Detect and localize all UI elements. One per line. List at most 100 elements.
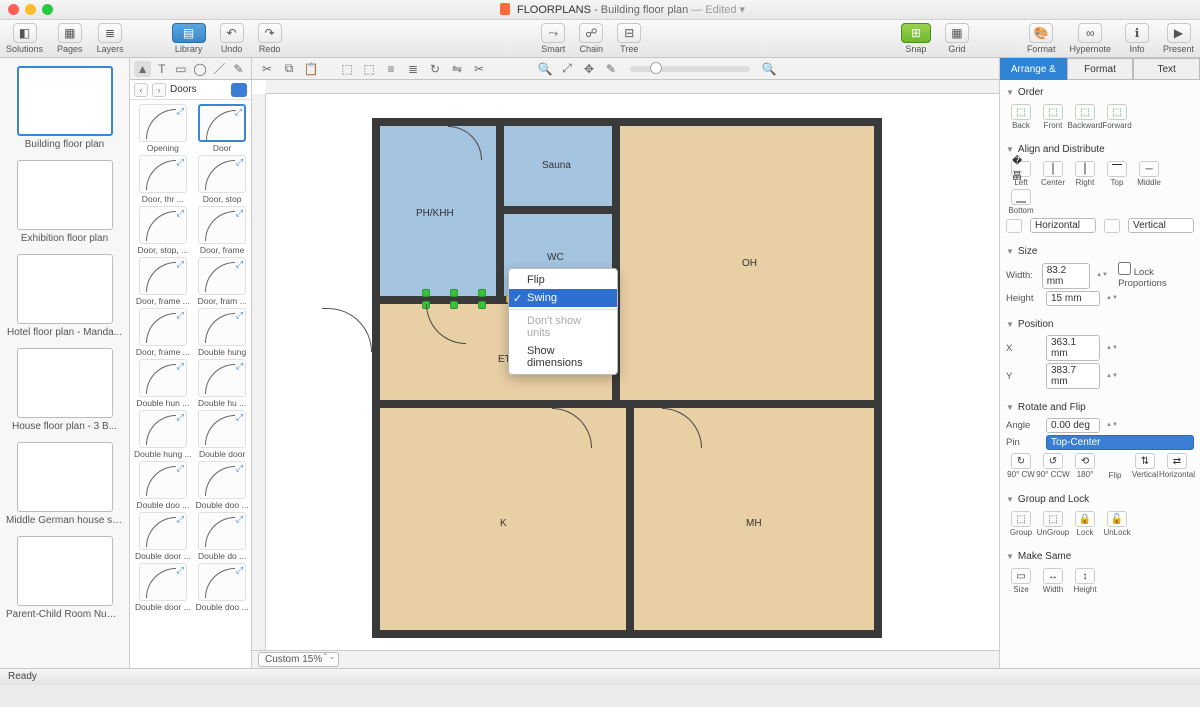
align-center[interactable]: ⎪Center [1038, 161, 1068, 187]
flip-v[interactable]: ⇅Vertical [1130, 453, 1160, 480]
tab-arrange[interactable]: Arrange & Size [1000, 58, 1067, 80]
width-field[interactable]: 83.2 mm [1042, 263, 1090, 289]
library-item[interactable]: ⤢Double door [196, 410, 249, 459]
present-button[interactable]: ▶ [1167, 23, 1191, 43]
grp-unlock[interactable]: 🔓UnLock [1102, 511, 1132, 537]
library-item[interactable]: ⤢Double do ... [196, 512, 249, 561]
y-field[interactable]: 383.7 mm [1046, 363, 1100, 389]
library-item[interactable]: ⤢Opening [134, 104, 192, 153]
x-field[interactable]: 363.1 mm [1046, 335, 1100, 361]
same-height[interactable]: ↕Height [1070, 568, 1100, 594]
page-thumb[interactable]: Middle German house sc... [6, 442, 123, 526]
library-item[interactable]: ⤢Door, fram ... [196, 257, 249, 306]
layers-button[interactable]: ≣ [98, 23, 122, 43]
align-middle[interactable]: ─Middle [1134, 161, 1164, 187]
ctx-dont-show-units[interactable]: Don't show units [509, 312, 617, 342]
drawing-canvas[interactable]: ✂ ⧉ 📋 ⬚ ⬚ ≡ ≣ ↻ ⇋ ✂ 🔍 ⤢ ✥ ✎ 🔍 [252, 58, 1000, 668]
grp-group[interactable]: ⬚Group [1006, 511, 1036, 537]
align-header[interactable]: Align and Distribute [1006, 141, 1194, 158]
info-button[interactable]: ℹ [1125, 23, 1149, 43]
library-item[interactable]: ⤢Double door ... [134, 563, 192, 612]
group-header[interactable]: Group and Lock [1006, 491, 1194, 508]
lib-back-button[interactable]: ‹ [134, 83, 148, 97]
library-item[interactable]: ⤢Door, frame ... [134, 257, 192, 306]
library-item[interactable]: ⤢Double hu ... [196, 359, 249, 408]
order-back[interactable]: ⬚Back [1006, 104, 1036, 130]
zoom-window-button[interactable] [42, 4, 53, 15]
format-button[interactable]: 🎨 [1029, 23, 1053, 43]
rot-ccw[interactable]: ↺90° CCW [1038, 453, 1068, 480]
selected-door[interactable] [426, 298, 486, 304]
group-tool[interactable]: ⬚ [338, 61, 356, 77]
snap-button[interactable]: ⊞ [901, 23, 931, 43]
align-top[interactable]: ⎺Top [1102, 161, 1132, 187]
library-item[interactable]: ⤢Door, frame [196, 206, 249, 255]
text-tool[interactable]: T [153, 61, 170, 77]
order-forward[interactable]: ⬚Forward [1102, 104, 1132, 130]
zoom-select[interactable]: Custom 15% [258, 652, 339, 667]
same-header[interactable]: Make Same [1006, 548, 1194, 565]
rotate-header[interactable]: Rotate and Flip [1006, 399, 1194, 416]
flip-tool[interactable]: ⇋ [448, 61, 466, 77]
pages-button[interactable]: ▦ [58, 23, 82, 43]
page-thumb[interactable]: House floor plan - 3 B... [6, 348, 123, 432]
dist-v-select[interactable]: Vertical [1128, 218, 1194, 233]
pen-tool[interactable]: ✎ [230, 61, 247, 77]
library-item[interactable]: ⤢Double doo ... [134, 461, 192, 510]
zoom-fit-button[interactable]: ⤢ [558, 61, 576, 77]
tab-format[interactable]: Format [1067, 58, 1134, 80]
library-item[interactable]: ⤢Door, stop, ... [134, 206, 192, 255]
dist-h-select[interactable]: Horizontal [1030, 218, 1096, 233]
undo-button[interactable]: ↶ [220, 23, 244, 43]
height-field[interactable]: 15 mm [1046, 291, 1100, 306]
chain-button[interactable]: ☍ [579, 23, 603, 43]
rotate-tool[interactable]: ↻ [426, 61, 444, 77]
cut-button[interactable]: ✂ [258, 61, 276, 77]
lock-proportions[interactable] [1118, 262, 1131, 275]
library-item[interactable]: ⤢Double doo ... [196, 563, 249, 612]
align-right[interactable]: ⎮Right [1070, 161, 1100, 187]
library-item[interactable]: ⤢Double door ... [134, 512, 192, 561]
floorplan[interactable]: Sauna PH/KHH WC OH ET K MH [372, 118, 882, 638]
same-size[interactable]: ▭Size [1006, 568, 1036, 594]
zoom-in-button[interactable]: 🔍 [760, 61, 778, 77]
rot-180[interactable]: ⟲180° [1070, 453, 1100, 480]
library-item[interactable]: ⤢Door, stop [196, 155, 249, 204]
hypernote-button[interactable]: ∞ [1078, 23, 1102, 43]
smart-button[interactable]: ⤳ [541, 23, 565, 43]
ctx-flip[interactable]: Flip [509, 271, 617, 289]
pan-tool[interactable]: ✥ [580, 61, 598, 77]
copy-button[interactable]: ⧉ [280, 61, 298, 77]
ctx-swing[interactable]: Swing [509, 289, 617, 307]
lib-fwd-button[interactable]: › [152, 83, 166, 97]
ellipse-tool[interactable]: ◯ [192, 61, 209, 77]
rect-tool[interactable]: ▭ [172, 61, 189, 77]
page-thumb[interactable]: Hotel floor plan - Manda... [6, 254, 123, 338]
page-thumb[interactable]: Parent-Child Room Num... [6, 536, 123, 620]
library-item[interactable]: ⤢Door, thr ... [134, 155, 192, 204]
zoom-out-button[interactable]: 🔍 [536, 61, 554, 77]
page-thumb[interactable]: Building floor plan [6, 66, 123, 150]
page-thumb[interactable]: Exhibition floor plan [6, 160, 123, 244]
pointer-tool[interactable]: ▲ [134, 61, 151, 77]
library-item[interactable]: ⤢Double hung ... [134, 410, 192, 459]
library-item[interactable]: ⤢Double hung [196, 308, 249, 357]
rot-cw[interactable]: ↻90° CW [1006, 453, 1036, 480]
position-header[interactable]: Position [1006, 316, 1194, 333]
flip-h[interactable]: ⇄Horizontal [1162, 453, 1192, 480]
ctx-show-dimensions[interactable]: Show dimensions [509, 342, 617, 372]
angle-field[interactable]: 0.00 deg [1046, 418, 1100, 433]
redo-button[interactable]: ↷ [258, 23, 282, 43]
solutions-button[interactable]: ◧ [13, 23, 37, 43]
library-item[interactable]: ⤢Door, frame ... [134, 308, 192, 357]
order-front[interactable]: ⬚Front [1038, 104, 1068, 130]
grid-button[interactable]: ▦ [945, 23, 969, 43]
paste-button[interactable]: 📋 [302, 61, 320, 77]
lib-options-button[interactable] [231, 83, 247, 97]
minimize-window-button[interactable] [25, 4, 36, 15]
zoom-slider[interactable] [630, 66, 750, 72]
close-window-button[interactable] [8, 4, 19, 15]
tree-button[interactable]: ⊟ [617, 23, 641, 43]
crop-tool[interactable]: ✂ [470, 61, 488, 77]
grp-lock[interactable]: 🔒Lock [1070, 511, 1100, 537]
